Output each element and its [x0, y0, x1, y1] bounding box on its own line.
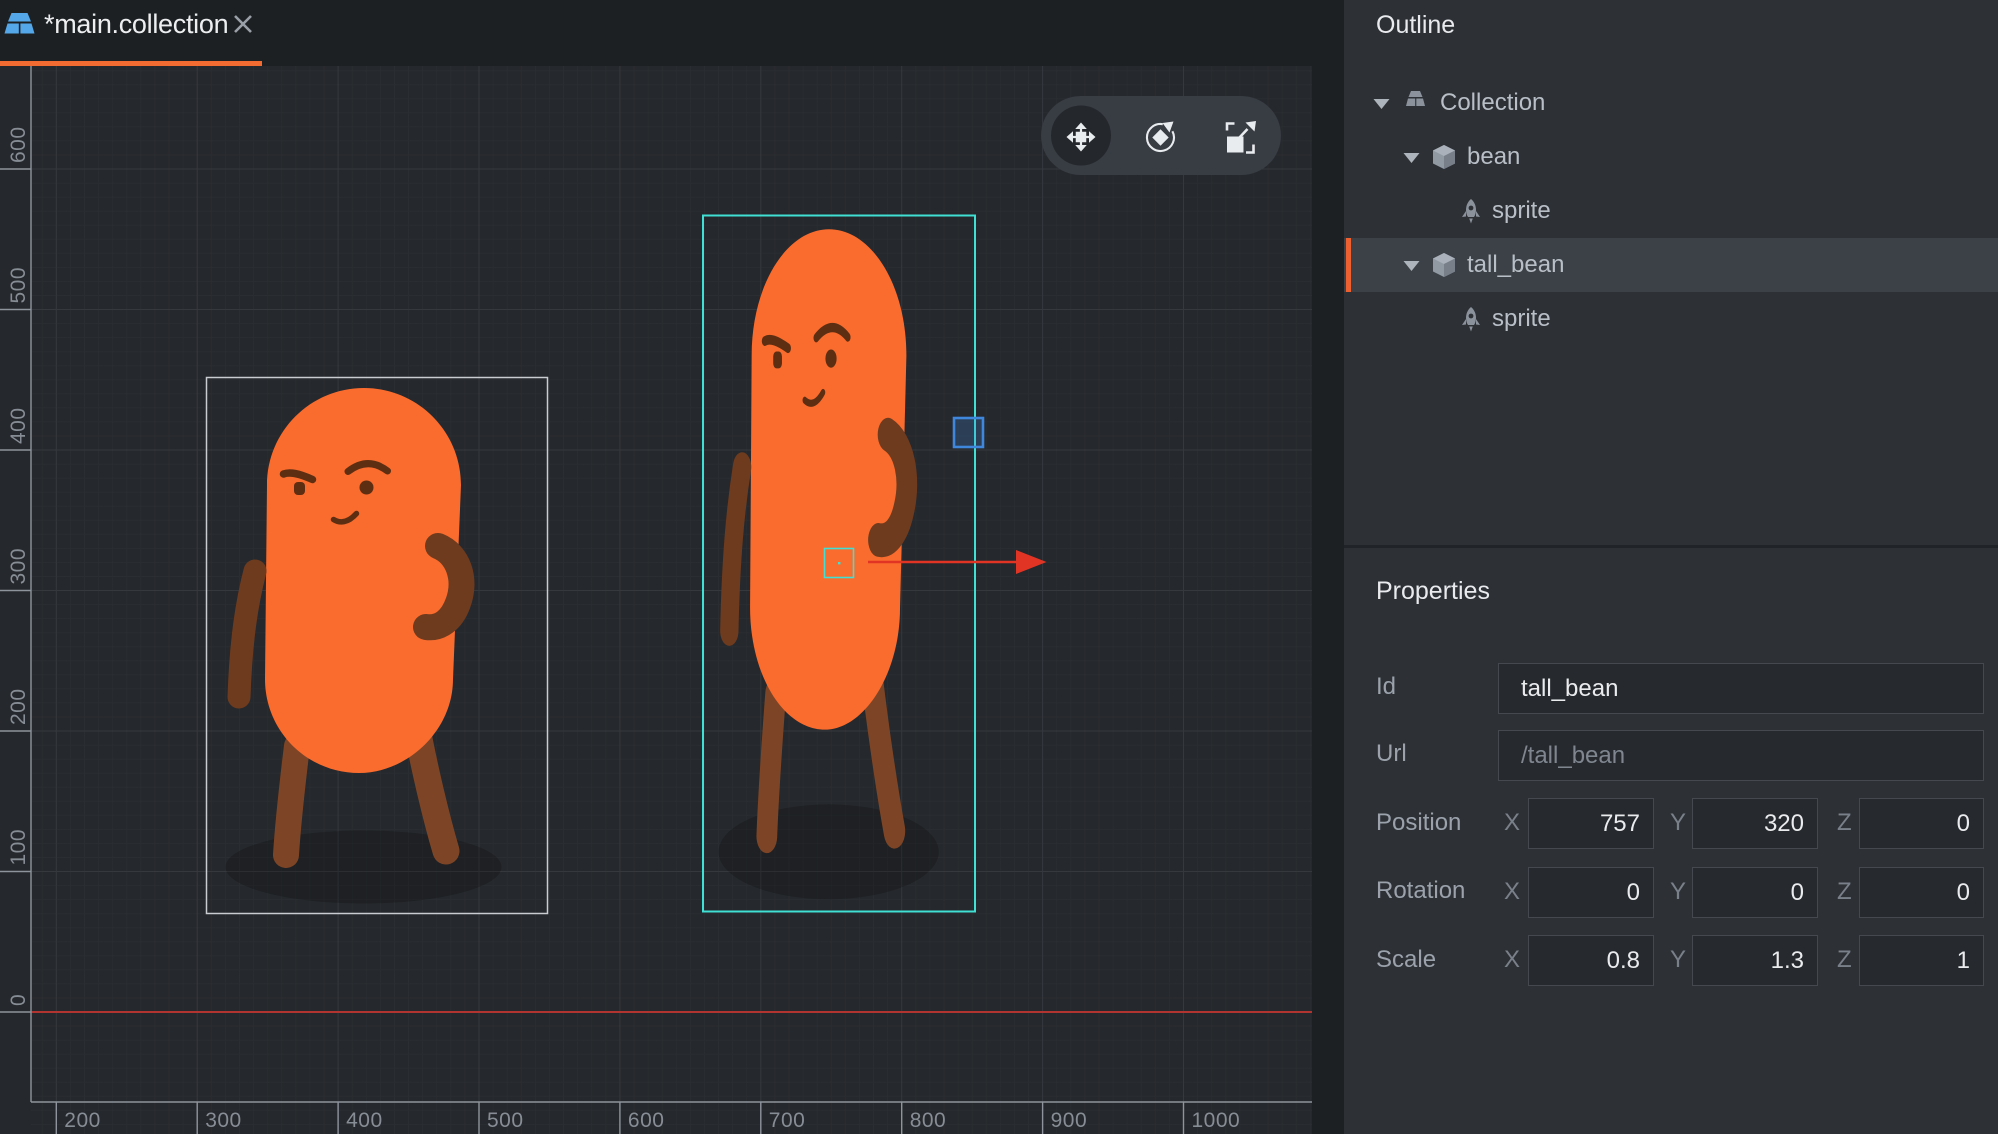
- svg-text:600: 600: [7, 126, 30, 163]
- svg-text:900: 900: [1051, 1109, 1088, 1132]
- svg-text:400: 400: [7, 407, 30, 444]
- svg-text:500: 500: [7, 267, 30, 304]
- svg-text:700: 700: [769, 1109, 806, 1132]
- svg-text:200: 200: [7, 688, 30, 725]
- svg-text:1000: 1000: [1192, 1109, 1241, 1132]
- svg-text:800: 800: [910, 1109, 947, 1132]
- svg-text:500: 500: [487, 1109, 524, 1132]
- svg-text:300: 300: [7, 548, 30, 585]
- svg-text:100: 100: [7, 829, 30, 866]
- svg-text:0: 0: [7, 994, 30, 1006]
- svg-text:300: 300: [205, 1109, 242, 1132]
- svg-text:600: 600: [628, 1109, 665, 1132]
- svg-text:200: 200: [64, 1109, 101, 1132]
- svg-text:400: 400: [346, 1109, 383, 1132]
